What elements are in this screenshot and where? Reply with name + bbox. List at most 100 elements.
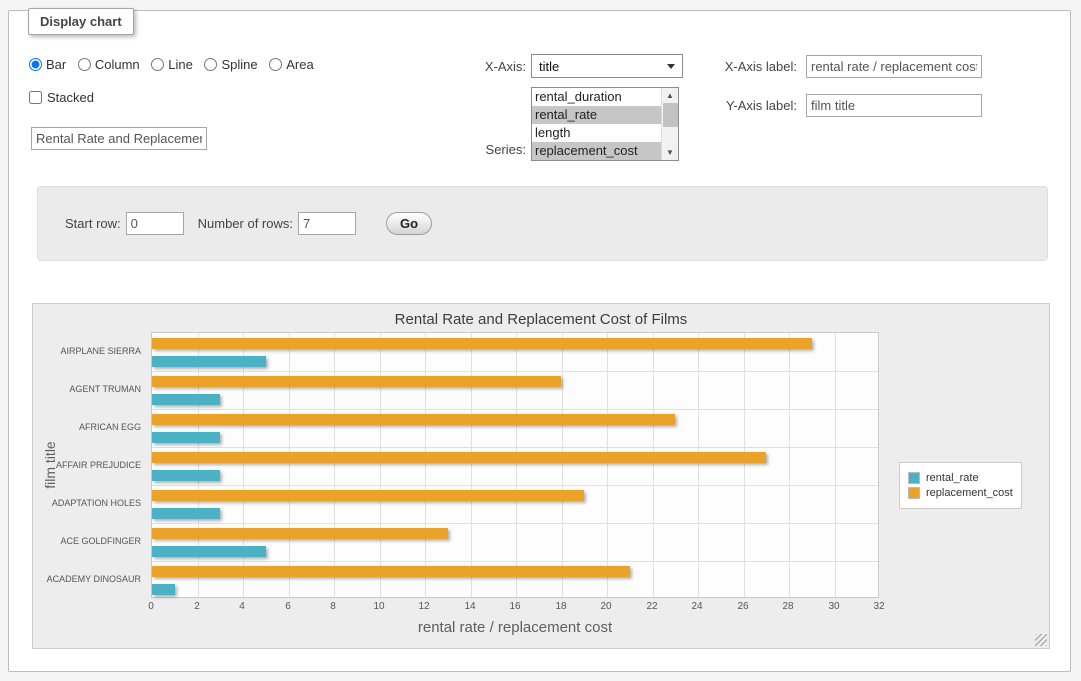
bar-replacement_cost [152,414,675,425]
gridline-vertical [471,333,472,597]
bar-replacement_cost [152,376,561,387]
chart-legend: rental_rate replacement_cost [899,462,1022,509]
chart-type-spline-label: Spline [221,57,257,72]
x-axis-label-label: X-Axis label: [639,59,797,74]
chart-type-spline[interactable]: Spline [204,57,257,72]
bar-replacement_cost [152,338,812,349]
x-tick-label: 10 [373,601,384,612]
bar-rental_rate [152,432,220,443]
x-tick-label: 18 [555,601,566,612]
chart-type-bar-radio[interactable] [29,58,42,71]
gridline-vertical [425,333,426,597]
x-axis-label-input[interactable] [806,55,982,78]
chart-title-input[interactable] [31,127,207,150]
y-axis-label-label: Y-Axis label: [639,98,797,113]
chart-type-line-radio[interactable] [151,58,164,71]
number-of-rows-input[interactable] [298,212,356,235]
start-row-input[interactable] [126,212,184,235]
fieldset-legend-text: Display chart [40,14,122,29]
bar-replacement_cost [152,490,584,501]
x-tick-label: 4 [239,601,245,612]
x-tick-label: 12 [418,601,429,612]
chart-type-group: Bar Column Line Spline Area [29,57,322,74]
legend-item: rental_rate [908,472,1013,484]
gridline-vertical [744,333,745,597]
x-tick-label: 8 [330,601,336,612]
chart-type-line-label: Line [168,57,193,72]
rows-panel: Start row: Number of rows: Go [37,186,1048,261]
x-tick-label: 0 [148,601,154,612]
legend-item: replacement_cost [908,487,1013,499]
category-label: AIRPLANE SIERRA [60,346,141,356]
legend-label: rental_rate [926,472,979,484]
x-tick-label: 16 [509,601,520,612]
category-label: ACE GOLDFINGER [60,536,141,546]
gridline-vertical [835,333,836,597]
series-option-replacement_cost[interactable]: replacement_cost [532,142,661,160]
bar-rental_rate [152,584,175,595]
gridline-horizontal [152,485,878,486]
chart-type-column-label: Column [95,57,140,72]
chart-type-bar[interactable]: Bar [29,57,66,72]
gridline-horizontal [152,523,878,524]
gridline-vertical [607,333,608,597]
series-select-label: Series: [446,142,526,157]
x-axis-select-value: title [539,59,559,74]
gridline-vertical [289,333,290,597]
gridline-horizontal [152,447,878,448]
stacked-option[interactable]: Stacked [29,90,94,105]
category-label: ADAPTATION HOLES [52,498,141,508]
legend-label: replacement_cost [926,487,1013,499]
chart-type-line[interactable]: Line [151,57,193,72]
gridline-horizontal [152,371,878,372]
gridline-vertical [334,333,335,597]
chart-type-column[interactable]: Column [78,57,140,72]
x-tick-label: 28 [782,601,793,612]
stacked-checkbox[interactable] [29,91,42,104]
x-axis-title: rental rate / replacement cost [151,619,879,636]
bar-rental_rate [152,356,266,367]
fieldset-legend: Display chart [28,8,134,35]
gridline-vertical [380,333,381,597]
x-tick-label: 2 [194,601,200,612]
scroll-down-icon[interactable]: ▼ [662,145,678,160]
legend-swatch [908,472,920,484]
x-tick-label: 6 [285,601,291,612]
gridline-vertical [698,333,699,597]
x-tick-label: 26 [737,601,748,612]
chart-container: Rental Rate and Replacement Cost of Film… [32,303,1050,649]
gridline-vertical [516,333,517,597]
y-axis-label-input[interactable] [806,94,982,117]
chart-type-area-label: Area [286,57,313,72]
number-of-rows-label: Number of rows: [198,216,293,231]
bar-replacement_cost [152,452,766,463]
x-tick-label: 22 [646,601,657,612]
chart-type-area[interactable]: Area [269,57,313,72]
stacked-label: Stacked [47,90,94,105]
bar-rental_rate [152,470,220,481]
display-chart-fieldset: Display chart Bar Column Line Spline Are… [8,10,1071,672]
gridline-horizontal [152,561,878,562]
plot-area [151,332,879,598]
bar-replacement_cost [152,528,448,539]
x-tick-label: 32 [873,601,884,612]
bar-rental_rate [152,508,220,519]
bar-rental_rate [152,394,220,405]
resize-handle-icon[interactable] [1035,634,1047,646]
series-option-length[interactable]: length [532,124,661,142]
chart-type-bar-label: Bar [46,57,66,72]
gridline-horizontal [152,409,878,410]
gridline-vertical [789,333,790,597]
chart-type-area-radio[interactable] [269,58,282,71]
x-tick-label: 20 [600,601,611,612]
legend-swatch [908,487,920,499]
chart-type-spline-radio[interactable] [204,58,217,71]
bar-replacement_cost [152,566,630,577]
chart-type-column-radio[interactable] [78,58,91,71]
go-button[interactable]: Go [386,212,432,235]
category-label: AFFAIR PREJUDICE [56,460,141,470]
category-label: ACADEMY DINOSAUR [47,574,141,584]
category-label: AFRICAN EGG [79,422,141,432]
x-axis-select-label: X-Axis: [446,59,526,74]
category-label: AGENT TRUMAN [69,384,141,394]
